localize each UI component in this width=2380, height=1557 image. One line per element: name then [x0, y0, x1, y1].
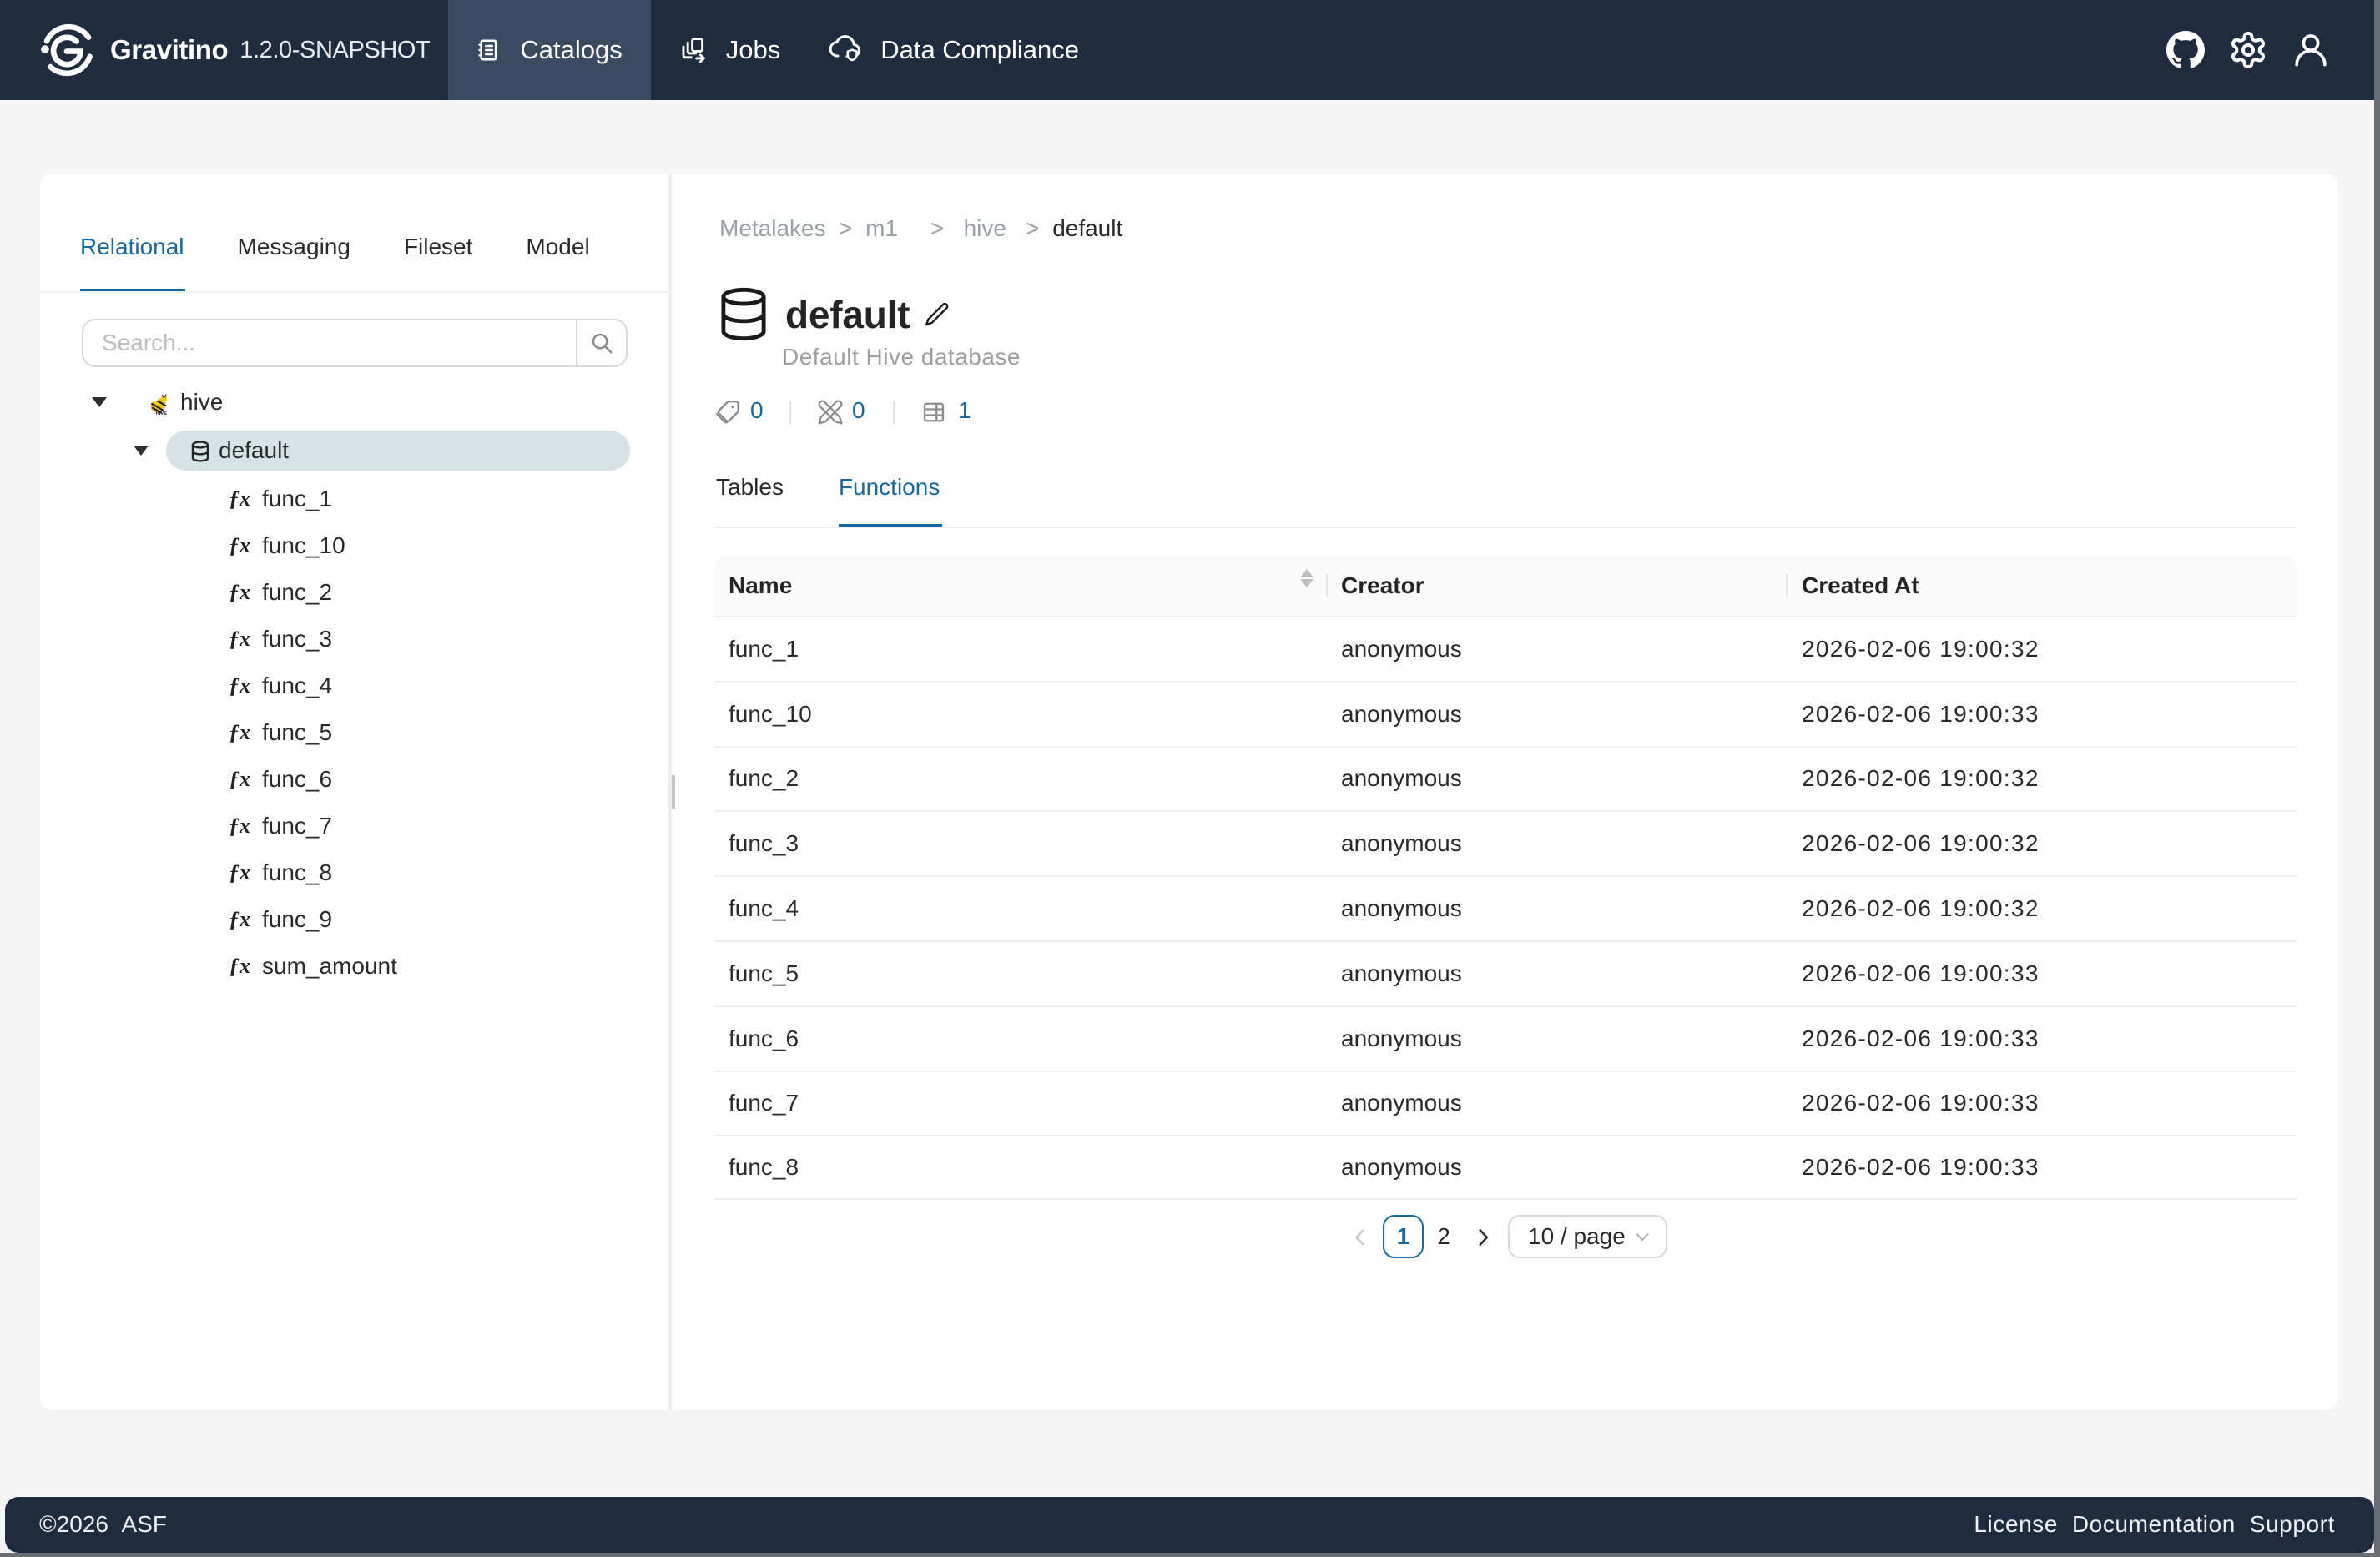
- svg-text:HIVE: HIVE: [156, 411, 168, 416]
